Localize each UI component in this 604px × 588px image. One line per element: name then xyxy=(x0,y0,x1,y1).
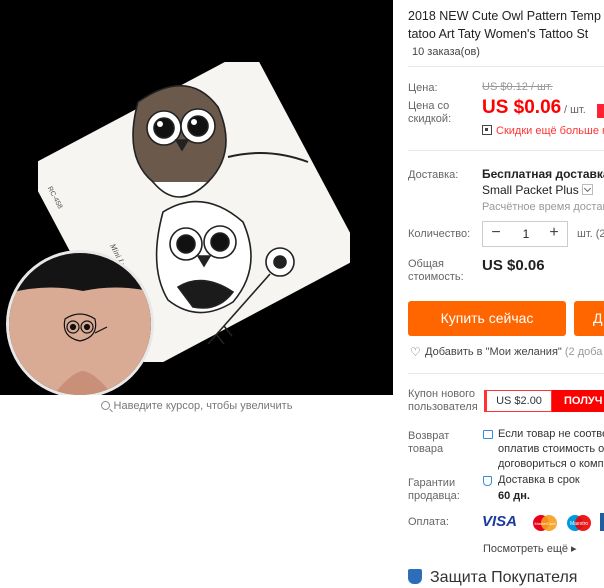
maestro-logo: Maestro xyxy=(567,515,591,531)
zoom-hint-text: Наведите курсор, чтобы увеличить xyxy=(113,400,293,412)
divider xyxy=(408,373,604,374)
quantity-input[interactable]: 1 xyxy=(507,222,545,246)
coupon-value: US $2.00 xyxy=(484,390,552,412)
zoom-hint: Наведите курсор, чтобы увеличить xyxy=(0,400,393,412)
discount-badge xyxy=(597,104,604,118)
price-unit: / шт. xyxy=(564,104,586,116)
returns-policy-text: Если товар не соотве оплатив стоимость о… xyxy=(498,427,604,472)
quantity-increase-button[interactable]: + xyxy=(543,222,565,246)
app-discount-text: Скидки ещё больше н xyxy=(496,125,604,137)
returns-line: оплатив стоимость о xyxy=(498,443,604,455)
mastercard-wordmark: MasterCard xyxy=(535,521,556,526)
shipping-option: Бесплатная доставка в xyxy=(482,167,604,181)
returns-line: Если товар не соотве xyxy=(498,428,604,440)
add-to-cart-button[interactable]: Д xyxy=(574,301,604,336)
product-image[interactable]: RC-458 Mini Lucky xyxy=(0,0,393,395)
delivery-days: 60 дн. xyxy=(498,490,530,502)
product-title[interactable]: 2018 NEW Cute Owl Pattern Temp tatoo Art… xyxy=(408,7,604,43)
product-title-line-1: 2018 NEW Cute Owl Pattern Temp xyxy=(408,9,601,23)
returns-label: Возврат товара xyxy=(408,430,450,455)
quantity-available: шт. (2 xyxy=(577,228,604,240)
mastercard-logo: MasterCard xyxy=(533,515,557,531)
add-to-wishlist-link[interactable]: ♡ Добавить в "Мои желания" (2 доба xyxy=(410,346,602,358)
shield-icon xyxy=(483,476,492,486)
price-label: Цена: xyxy=(408,82,438,94)
wishlist-count: (2 доба xyxy=(564,346,603,358)
shipping-method-select[interactable]: Small Packet Plus xyxy=(482,183,593,197)
more-payment-methods-link[interactable]: Посмотреть ещё ▸ xyxy=(483,542,577,555)
quantity-stepper: − 1 + xyxy=(482,221,568,247)
buy-now-button[interactable]: Купить сейчас xyxy=(408,301,566,336)
magnifier-icon xyxy=(100,401,110,410)
orders-count: 10 заказа(ов) xyxy=(412,46,480,58)
back-photo-image xyxy=(9,253,151,395)
total-label: Общая стоимость: xyxy=(408,258,464,283)
caret-right-icon: ▸ xyxy=(571,543,577,555)
buyer-protection-title: Защита Покупателя xyxy=(430,569,578,586)
visa-logo: VISA xyxy=(482,513,518,530)
shipping-method-value: Small Packet Plus xyxy=(482,183,579,197)
more-payment-text: Посмотреть ещё xyxy=(483,543,568,555)
get-coupon-button[interactable]: ПОЛУЧ xyxy=(552,390,604,412)
wishlist-text: Добавить в "Мои желания" xyxy=(425,346,562,358)
original-price: US $0.12 / шт. xyxy=(482,81,553,93)
buyer-protection: Защита Покупателя xyxy=(408,569,577,587)
discount-price: US $0.06 xyxy=(482,97,562,118)
chevron-down-icon xyxy=(581,184,593,195)
new-user-coupon-label: Купон нового пользователя xyxy=(408,388,478,413)
divider xyxy=(408,66,604,67)
shipping-label: Доставка: xyxy=(408,169,459,181)
discount-price-label: Цена со скидкой: xyxy=(408,100,452,125)
product-info-panel: 2018 NEW Cute Owl Pattern Temp tatoo Art… xyxy=(394,0,604,588)
heart-icon: ♡ xyxy=(410,345,421,359)
app-discount-link[interactable]: Скидки ещё больше н xyxy=(482,125,604,137)
quantity-label: Количество: xyxy=(408,228,471,240)
payment-card-logo xyxy=(600,513,604,531)
shield-protection-icon xyxy=(408,569,422,584)
quantity-decrease-button[interactable]: − xyxy=(485,222,507,246)
product-title-line-2: tatoo Art Taty Women's Tattoo St xyxy=(408,27,589,41)
qr-code-icon xyxy=(482,125,492,135)
total-price: US $0.06 xyxy=(482,257,545,274)
payment-label: Оплата: xyxy=(408,516,449,528)
delivery-estimate: Расчётное время доставк xyxy=(482,201,604,213)
returns-line: договориться о комп xyxy=(498,458,604,470)
divider xyxy=(408,150,604,151)
seller-guarantee-label: Гарантии продавца: xyxy=(408,477,460,502)
return-policy-icon xyxy=(483,430,493,439)
tattoo-on-back-photo[interactable] xyxy=(6,250,154,395)
maestro-wordmark: Maestro xyxy=(570,521,588,527)
on-time-delivery: Доставка в срок xyxy=(498,474,580,486)
